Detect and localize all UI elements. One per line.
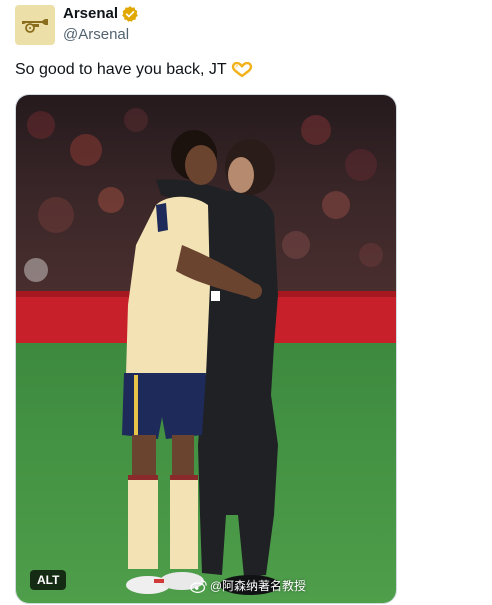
tweet-text-content: So good to have you back, JT	[15, 61, 227, 78]
watermark: @阿森纳著名教授	[190, 579, 306, 593]
tweet-header: Arsenal @Arsenal	[15, 5, 139, 45]
media-photo[interactable]	[16, 95, 397, 604]
author-handle[interactable]: @Arsenal	[63, 25, 139, 45]
tweet-text: So good to have you back, JT	[15, 60, 253, 80]
heart-hands-icon	[231, 62, 252, 78]
avatar[interactable]	[15, 5, 55, 45]
weibo-icon	[190, 580, 207, 593]
author-display-name[interactable]: Arsenal	[63, 5, 118, 23]
tweet-media[interactable]: ALT @阿森纳著名教授	[15, 94, 397, 604]
verified-badge-icon	[122, 6, 138, 22]
arsenal-cannon-icon	[22, 19, 48, 33]
alt-text-button[interactable]: ALT	[30, 570, 67, 590]
watermark-text: @阿森纳著名教授	[209, 579, 306, 593]
